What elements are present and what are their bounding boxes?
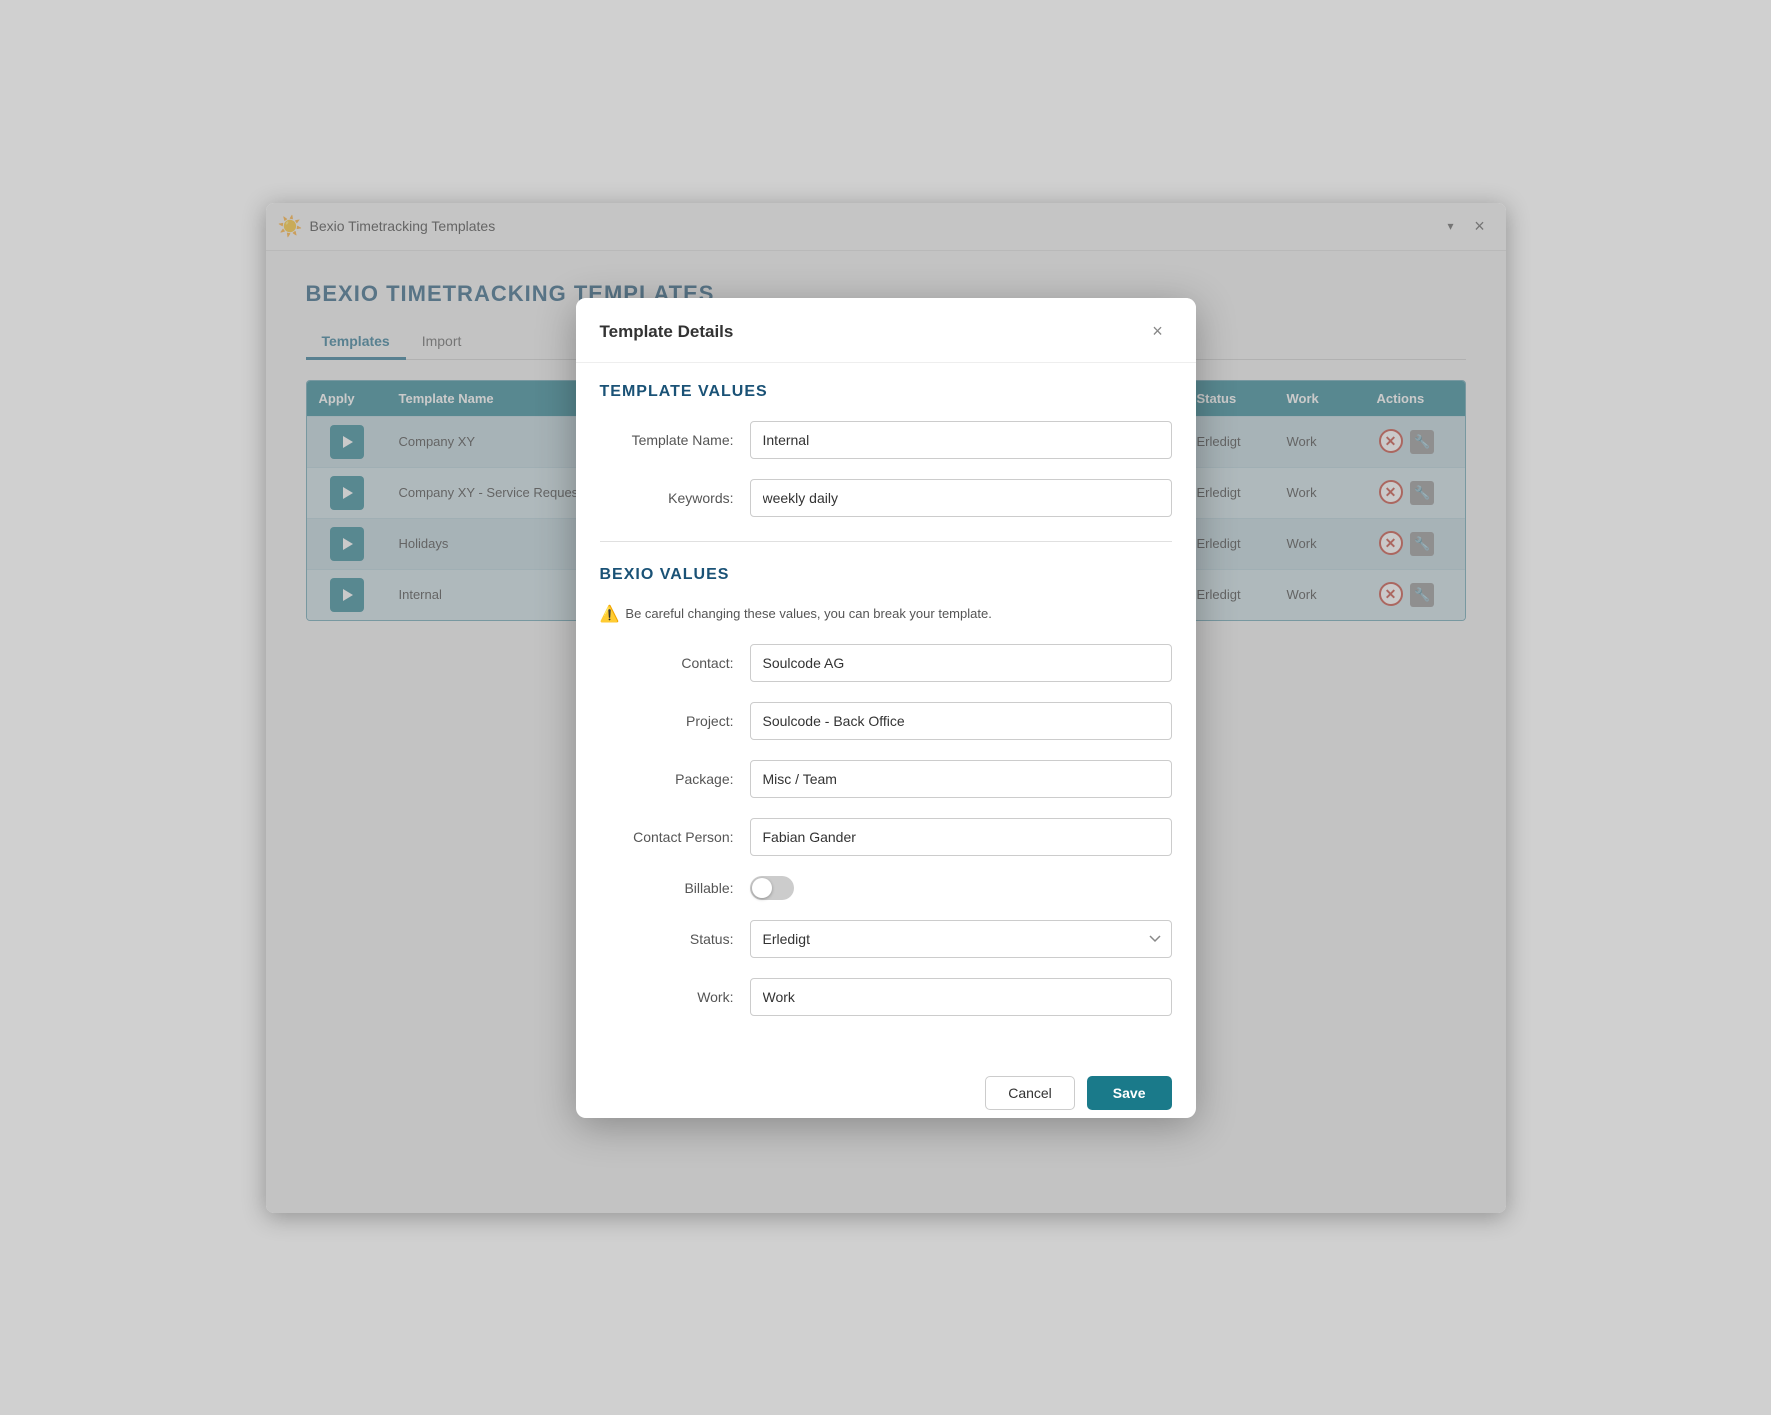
- modal-header: Template Details ×: [576, 298, 1196, 363]
- cancel-button[interactable]: Cancel: [985, 1076, 1075, 1110]
- billable-group: Billable:: [600, 876, 1172, 900]
- modal-body: TEMPLATE VALUES Template Name: Keywords:…: [576, 363, 1196, 1060]
- warning-icon: ⚠️: [600, 604, 620, 624]
- status-label: Status:: [600, 931, 750, 947]
- template-values-title: TEMPLATE VALUES: [600, 383, 1172, 401]
- toggle-thumb: [752, 878, 772, 898]
- contact-person-label: Contact Person:: [600, 829, 750, 845]
- modal-close-button[interactable]: ×: [1144, 318, 1172, 346]
- project-label: Project:: [600, 713, 750, 729]
- template-name-group: Template Name:: [600, 421, 1172, 459]
- app-window: ☀️ Bexio Timetracking Templates ▾ × BEXI…: [266, 203, 1506, 1213]
- work-label: Work:: [600, 989, 750, 1005]
- template-name-label: Template Name:: [600, 432, 750, 448]
- keywords-input[interactable]: [750, 479, 1172, 517]
- status-select[interactable]: Erledigt Offen In Bearbeitung: [750, 920, 1172, 958]
- status-group: Status: Erledigt Offen In Bearbeitung: [600, 920, 1172, 958]
- contact-group: Contact:: [600, 644, 1172, 682]
- modal-title: Template Details: [600, 322, 734, 342]
- warning-text: Be careful changing these values, you ca…: [625, 606, 991, 621]
- contact-person-group: Contact Person:: [600, 818, 1172, 856]
- keywords-group: Keywords:: [600, 479, 1172, 517]
- contact-label: Contact:: [600, 655, 750, 671]
- warning-message: ⚠️ Be careful changing these values, you…: [600, 604, 1172, 624]
- work-group: Work:: [600, 978, 1172, 1016]
- modal-footer: Cancel Save: [576, 1060, 1196, 1118]
- toggle-track[interactable]: [750, 876, 794, 900]
- contact-input[interactable]: [750, 644, 1172, 682]
- template-name-input[interactable]: [750, 421, 1172, 459]
- billable-label: Billable:: [600, 880, 750, 896]
- keywords-label: Keywords:: [600, 490, 750, 506]
- package-input[interactable]: [750, 760, 1172, 798]
- work-input[interactable]: [750, 978, 1172, 1016]
- modal-overlay: Template Details × TEMPLATE VALUES Templ…: [266, 203, 1506, 1213]
- project-input[interactable]: [750, 702, 1172, 740]
- package-label: Package:: [600, 771, 750, 787]
- billable-toggle[interactable]: [750, 876, 794, 900]
- contact-person-input[interactable]: [750, 818, 1172, 856]
- modal-dialog: Template Details × TEMPLATE VALUES Templ…: [576, 298, 1196, 1118]
- bexio-values-title: BEXIO VALUES: [600, 566, 1172, 584]
- section-divider: [600, 541, 1172, 542]
- project-group: Project:: [600, 702, 1172, 740]
- package-group: Package:: [600, 760, 1172, 798]
- save-button[interactable]: Save: [1087, 1076, 1172, 1110]
